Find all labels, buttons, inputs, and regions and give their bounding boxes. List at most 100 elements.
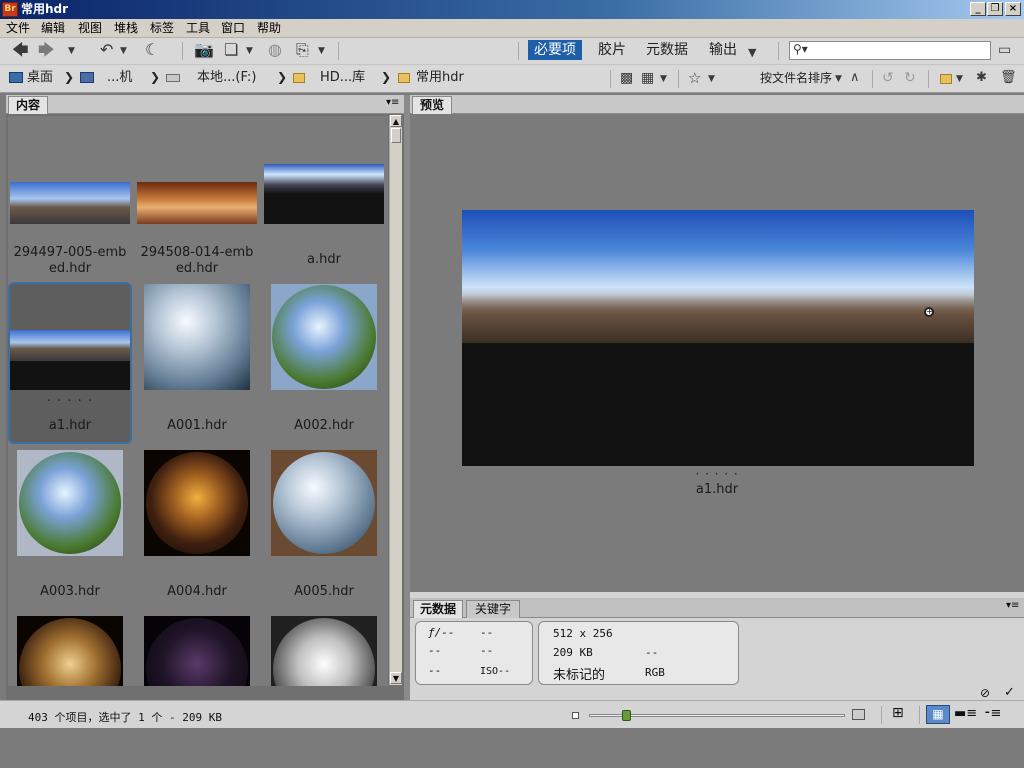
thumbnail-image[interactable] [264, 164, 384, 224]
boomerang-icon[interactable]: ☾ [145, 40, 159, 60]
menu-file[interactable]: 文件 [6, 21, 30, 36]
panel-menu-icon[interactable]: ▾≡ [386, 97, 399, 108]
tab-preview[interactable]: 预览 [412, 96, 452, 114]
thumbnail-rating[interactable]: · · · · · [7, 394, 133, 410]
workspace-filmstrip[interactable]: 胶片 [592, 40, 632, 60]
thumbnail-label[interactable]: A002.hdr [261, 418, 387, 434]
preview-rating[interactable]: · · · · · [662, 467, 772, 481]
breadcrumb-library[interactable]: HD...库 [320, 70, 365, 86]
chevron-right-icon[interactable]: ❯ [381, 70, 391, 84]
scroll-down-icon[interactable]: ▼ [390, 672, 402, 684]
chevron-right-icon[interactable]: ❯ [64, 70, 74, 84]
quality-dropdown-icon[interactable]: ▼ [660, 74, 667, 84]
menu-stack[interactable]: 堆栈 [114, 21, 138, 36]
rotate-left-icon[interactable]: ↺ [882, 68, 894, 88]
workspace-metadata[interactable]: 元数据 [640, 40, 694, 60]
close-icon[interactable]: × [1005, 2, 1021, 16]
sort-ascending-icon[interactable]: ∧ [850, 68, 860, 88]
view-as-thumbnails-icon[interactable]: ▦ [926, 705, 950, 724]
workspace-output[interactable]: 输出 [703, 40, 743, 60]
open-in-camera-raw-icon[interactable]: ◍ [268, 40, 282, 60]
thumbnail-image[interactable] [10, 182, 130, 224]
metadata-panel-menu-icon[interactable]: ▾≡ [1006, 600, 1019, 611]
content-scrollbar[interactable]: ▲ ▼ [389, 115, 402, 685]
thumbnail-label[interactable]: A005.hdr [261, 584, 387, 600]
breadcrumb-drive[interactable]: 本地...(F:) [197, 70, 256, 86]
refine-icon[interactable]: ❏ [224, 40, 238, 60]
breadcrumb-desktop[interactable]: 桌面 [27, 70, 53, 86]
file-size-value: 209 KB [553, 646, 593, 659]
refine-dropdown-icon[interactable]: ▼ [246, 46, 253, 56]
back-icon[interactable]: 🡄 [12, 40, 29, 60]
view-as-details-icon[interactable]: ▬≡ [954, 706, 977, 721]
view-as-list-icon[interactable]: ⁃≡ [984, 706, 1001, 721]
trash-icon[interactable]: 🗑 [1000, 68, 1017, 88]
recent-folders-icon[interactable]: ↶ [100, 40, 113, 60]
menu-edit[interactable]: 编辑 [41, 21, 65, 36]
thumbnail-image[interactable] [17, 616, 123, 686]
thumbnail-label[interactable]: a.hdr [261, 252, 387, 268]
thumbnail-image[interactable] [137, 182, 257, 224]
workspace-essentials[interactable]: 必要项 [528, 40, 582, 60]
recent-dropdown-icon[interactable]: ▼ [120, 46, 127, 56]
scroll-thumb[interactable] [391, 128, 401, 143]
thumbnail-image[interactable] [17, 450, 123, 556]
menu-label[interactable]: 标签 [150, 21, 174, 36]
zoom-in-icon[interactable] [852, 709, 865, 720]
rotate-right-icon[interactable]: ↻ [904, 68, 916, 88]
tab-keywords[interactable]: 关键字 [466, 600, 520, 618]
breadcrumb-current[interactable]: 常用hdr [416, 70, 464, 86]
iso-value: ISO-- [480, 666, 511, 677]
thumbnail-image[interactable] [144, 616, 250, 686]
search-input[interactable]: ⚲▾ [789, 41, 991, 60]
apply-checkmark-icon[interactable]: ✓ [1004, 685, 1015, 700]
menu-tools[interactable]: 工具 [186, 21, 210, 36]
preview-image[interactable]: + [462, 210, 974, 466]
slider-handle[interactable] [622, 710, 631, 721]
new-folder-icon[interactable]: ✱ [976, 68, 987, 88]
thumbnail-image[interactable] [10, 330, 130, 390]
grid-lock-icon[interactable]: ⊞ [892, 705, 904, 721]
tab-metadata[interactable]: 元数据 [413, 600, 463, 618]
restore-icon[interactable]: ❐ [987, 2, 1003, 16]
thumbnail-label[interactable]: a1.hdr [7, 418, 133, 434]
menu-view[interactable]: 视图 [78, 21, 102, 36]
cancel-icon[interactable]: ⊘ [980, 686, 990, 700]
sort-by-filename[interactable]: 按文件名排序 [760, 70, 832, 86]
forward-icon[interactable]: 🡆 [38, 40, 55, 60]
scroll-up-icon[interactable]: ▲ [390, 115, 402, 127]
file-data-box: 512 x 256 209 KB -- 未标记的 RGB [538, 621, 739, 685]
history-dropdown-icon[interactable]: ▼ [68, 46, 75, 56]
tab-content[interactable]: 内容 [8, 96, 48, 114]
thumbnail-image[interactable] [144, 284, 250, 390]
thumbnail-image[interactable] [271, 616, 377, 686]
breadcrumb-computer[interactable]: ...机 [107, 70, 132, 86]
zoom-out-icon[interactable] [572, 712, 579, 719]
minimize-icon[interactable]: _ [970, 2, 986, 16]
sort-dropdown-icon[interactable]: ▼ [835, 74, 842, 84]
thumbnail-label[interactable]: A004.hdr [134, 584, 260, 600]
thumbnail-label[interactable]: A003.hdr [7, 584, 133, 600]
thumbnail-size-slider[interactable] [589, 710, 845, 721]
thumbnail-label[interactable]: A001.hdr [134, 418, 260, 434]
thumbnail-label[interactable]: 294508-014-emb ed.hdr [134, 245, 260, 277]
output-icon[interactable]: ⎘ [296, 40, 309, 60]
star-filter-icon[interactable]: ☆ [688, 68, 701, 88]
thumbnail-image[interactable] [271, 450, 377, 556]
thumbnail-quality-icon[interactable]: ▦ [641, 68, 654, 88]
output-dropdown-icon[interactable]: ▼ [318, 46, 325, 56]
filter-dropdown-icon[interactable]: ▼ [708, 74, 715, 84]
recent-file-dropdown-icon[interactable]: ▼ [956, 74, 963, 84]
chevron-right-icon[interactable]: ❯ [150, 70, 160, 84]
camera-import-icon[interactable]: 📷 [194, 40, 214, 60]
open-recent-folder-icon[interactable] [940, 74, 952, 84]
thumbnail-label[interactable]: 294497-005-emb ed.hdr [7, 245, 133, 277]
thumbnail-image[interactable] [271, 284, 377, 390]
compact-mode-icon[interactable]: ▭ [998, 40, 1011, 60]
chevron-right-icon[interactable]: ❯ [277, 70, 287, 84]
thumbnail-image[interactable] [144, 450, 250, 556]
menu-help[interactable]: 帮助 [257, 21, 281, 36]
menu-window[interactable]: 窗口 [221, 21, 245, 36]
quality-grid-icon[interactable]: ▩ [620, 68, 633, 88]
workspace-dropdown-icon[interactable]: ▼ [748, 46, 756, 59]
